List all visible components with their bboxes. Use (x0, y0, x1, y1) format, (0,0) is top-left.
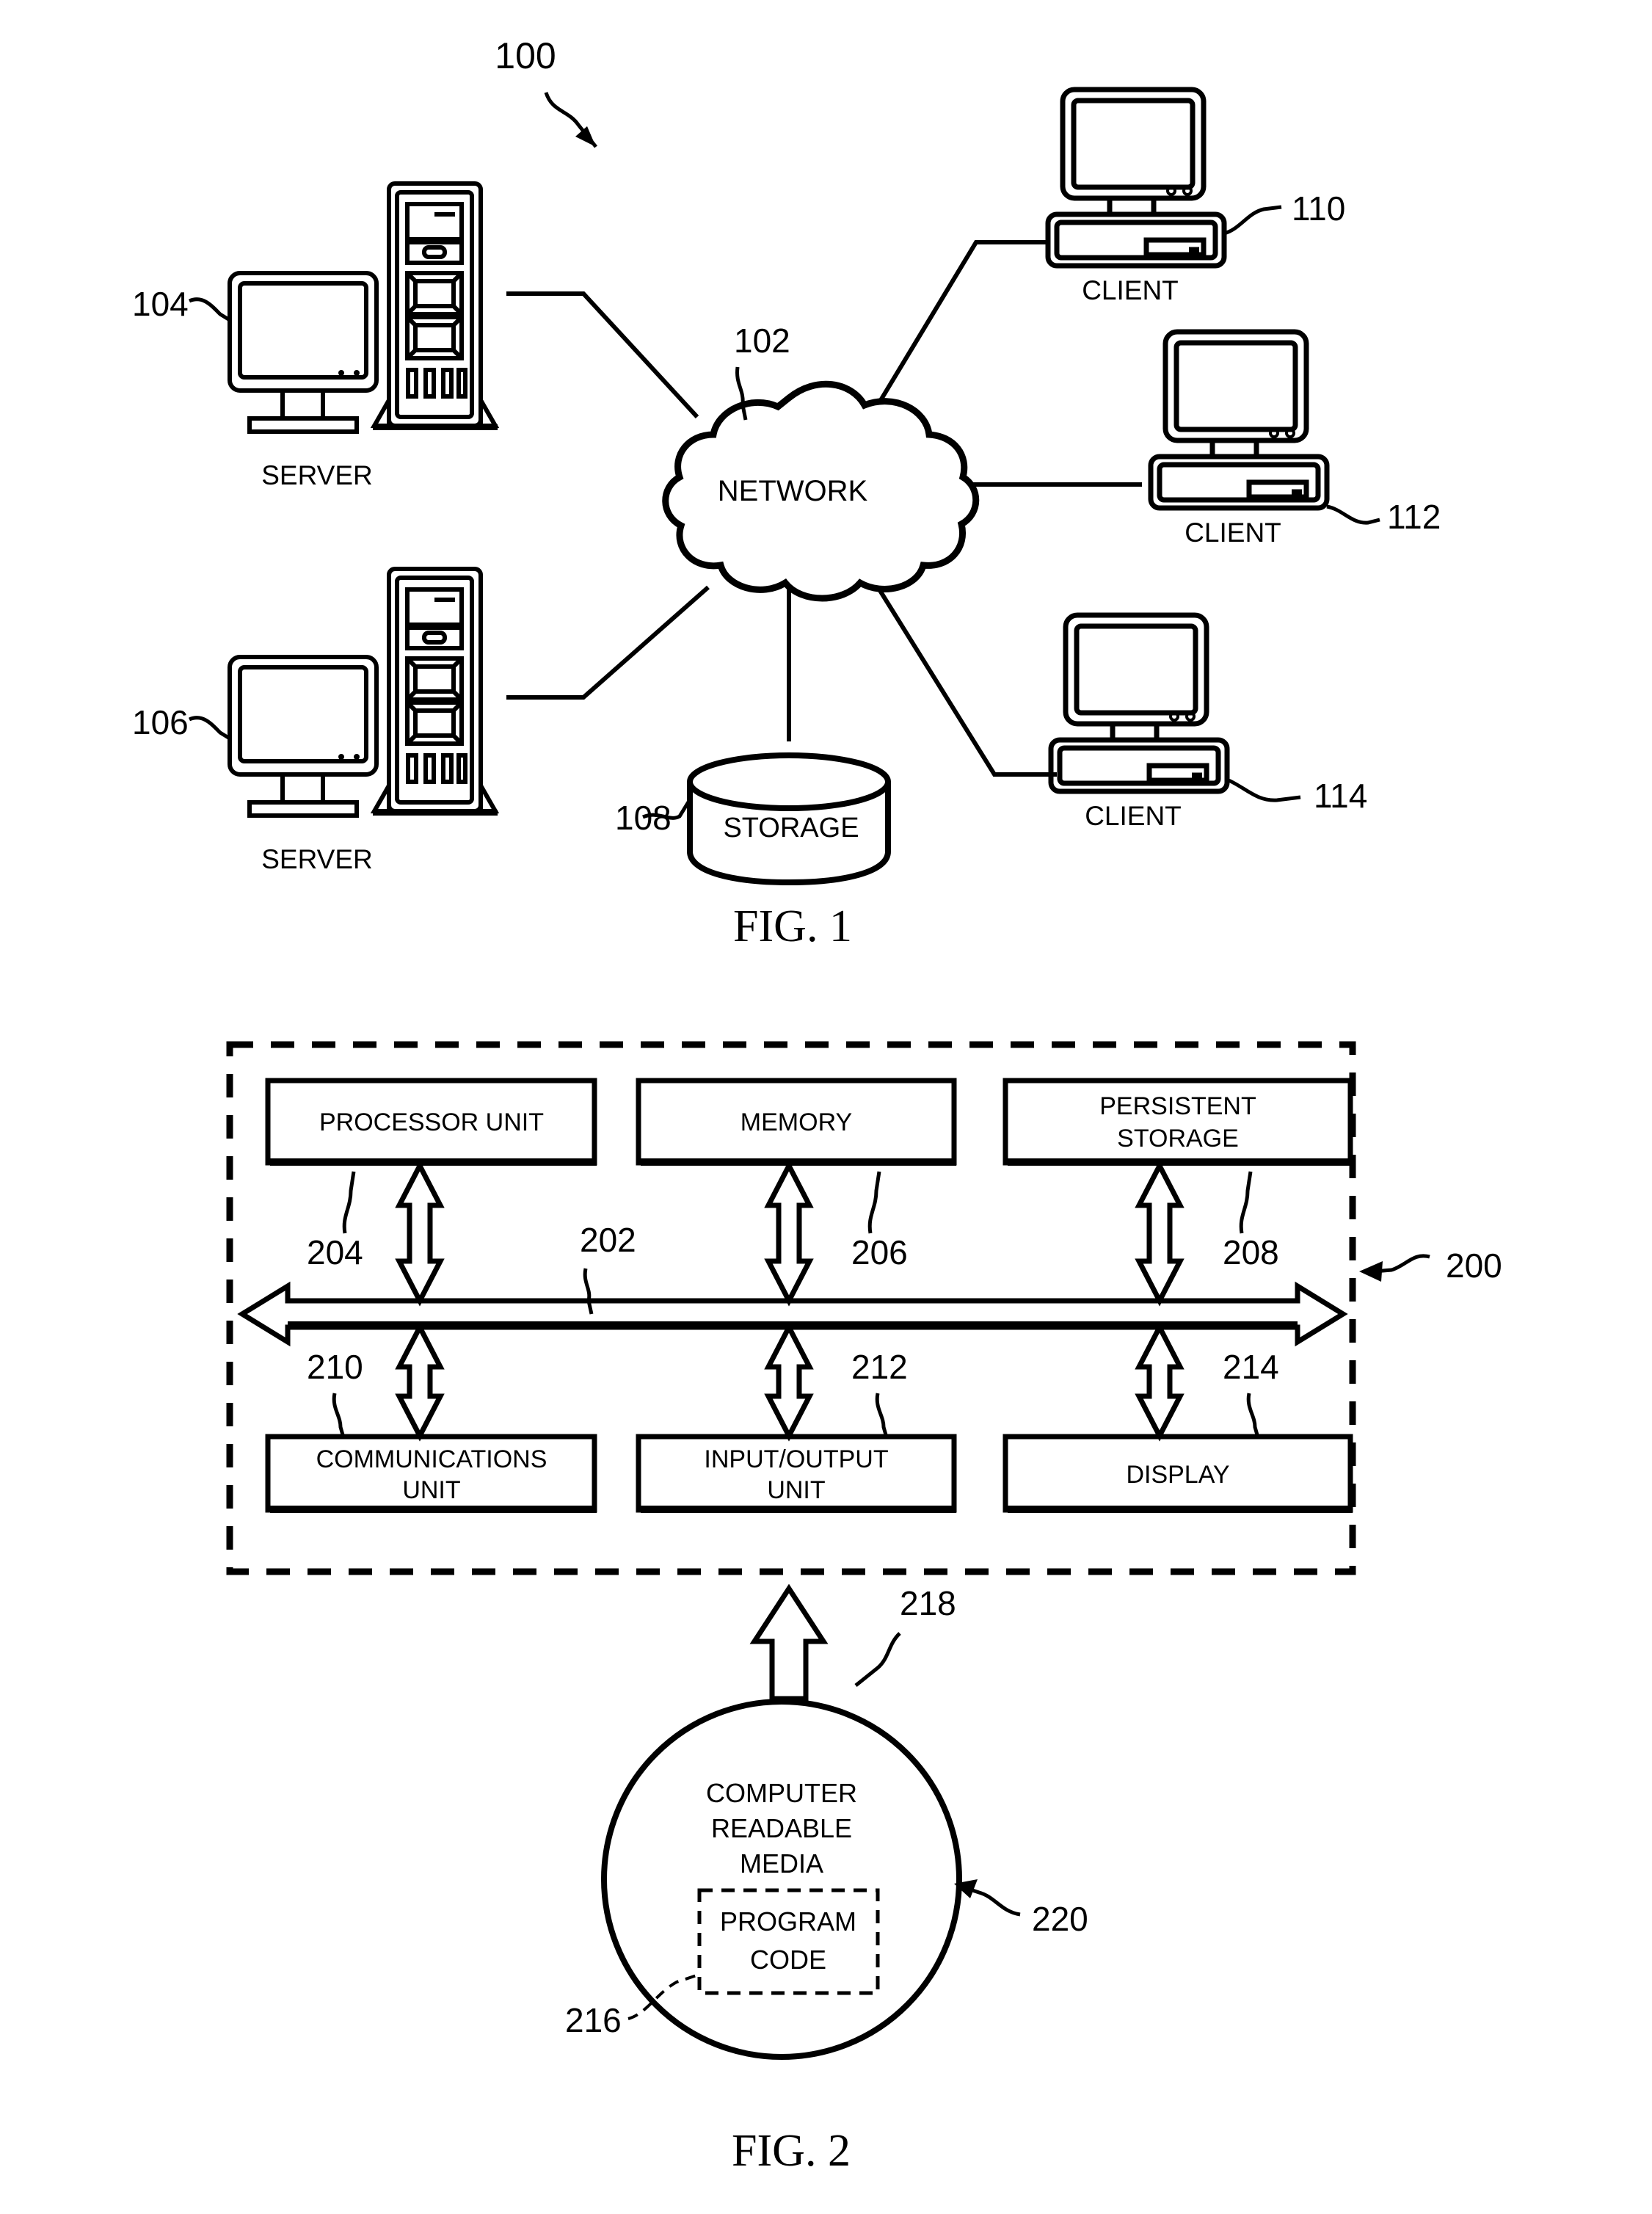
ref-204-label: 204 (307, 1233, 363, 1271)
figure-1-caption: FIG. 1 (733, 901, 852, 951)
media-label-line2: READABLE (711, 1813, 852, 1843)
media-circle (601, 1699, 962, 2060)
box-processor-unit[interactable]: PROCESSOR UNIT (265, 1078, 597, 1166)
ref-200-label: 200 (1446, 1246, 1502, 1285)
client-112-caption: CLIENT (1185, 518, 1281, 548)
box-communications-unit[interactable]: COMMUNICATIONS UNIT (265, 1434, 597, 1513)
box-communications-unit-label-line2: UNIT (402, 1476, 460, 1504)
server-104-base (373, 424, 498, 430)
ref-210-label: 210 (307, 1348, 363, 1386)
box-memory-label: MEMORY (741, 1108, 852, 1136)
storage-cylinder-top (687, 752, 891, 811)
server-106-caption: SERVER (261, 844, 373, 874)
ref-106-label: 106 (132, 703, 189, 741)
node-storage-108[interactable]: STORAGE (687, 752, 891, 886)
computer-readable-media-218[interactable]: COMPUTER READABLE MEDIA PROGRAM CODE (601, 1699, 962, 2060)
box-persistent-storage-label-line2: STORAGE (1117, 1125, 1239, 1153)
server-104-caption: SERVER (261, 460, 373, 490)
client-114-caption: CLIENT (1085, 801, 1182, 831)
ref-214-label: 214 (1223, 1348, 1279, 1386)
box-processor-unit-label: PROCESSOR UNIT (319, 1108, 544, 1136)
server-106-base (373, 810, 498, 816)
ref-206-label: 206 (851, 1233, 908, 1271)
ref-112-label: 112 (1387, 498, 1441, 536)
patent-drawing-sheet: 100 SERVER 104 SERVER 106 NETWORK 102 ST… (0, 0, 1652, 2214)
ref-100-label: 100 (495, 35, 556, 76)
box-display[interactable]: DISPLAY (1003, 1434, 1353, 1513)
media-label-line1: COMPUTER (706, 1778, 857, 1808)
storage-label: STORAGE (723, 813, 859, 843)
figure-2-caption: FIG. 2 (732, 2126, 851, 2176)
ref-208-label: 208 (1223, 1233, 1279, 1271)
media-label-line3: MEDIA (740, 1848, 823, 1879)
box-memory[interactable]: MEMORY (636, 1078, 957, 1166)
program-code-label-line2: CODE (750, 1945, 826, 1975)
ref-220-label: 220 (1032, 1900, 1088, 1938)
box-persistent-storage[interactable]: PERSISTENT STORAGE (1003, 1078, 1353, 1166)
ref-218-label: 218 (900, 1584, 956, 1622)
network-label: NETWORK (718, 475, 868, 507)
box-input-output-unit-label-line1: INPUT/OUTPUT (704, 1445, 888, 1473)
program-code-216[interactable]: PROGRAM CODE (697, 1888, 880, 1995)
box-input-output-unit-label-line2: UNIT (767, 1476, 825, 1504)
client-110-caption: CLIENT (1082, 275, 1179, 305)
ref-102-label: 102 (734, 322, 790, 360)
box-input-output-unit[interactable]: INPUT/OUTPUT UNIT (636, 1434, 957, 1513)
box-communications-unit-label-line1: COMMUNICATIONS (316, 1445, 547, 1473)
program-code-label-line1: PROGRAM (720, 1906, 856, 1937)
box-persistent-storage-label-line1: PERSISTENT (1099, 1092, 1256, 1120)
ref-202-label: 202 (580, 1221, 636, 1259)
ref-110-label: 110 (1292, 189, 1345, 228)
ref-212-label: 212 (851, 1348, 908, 1386)
ref-216-label: 216 (565, 2001, 622, 2039)
ref-114-label: 114 (1314, 777, 1367, 815)
box-display-label: DISPLAY (1126, 1461, 1229, 1489)
ref-104-label: 104 (132, 285, 189, 323)
